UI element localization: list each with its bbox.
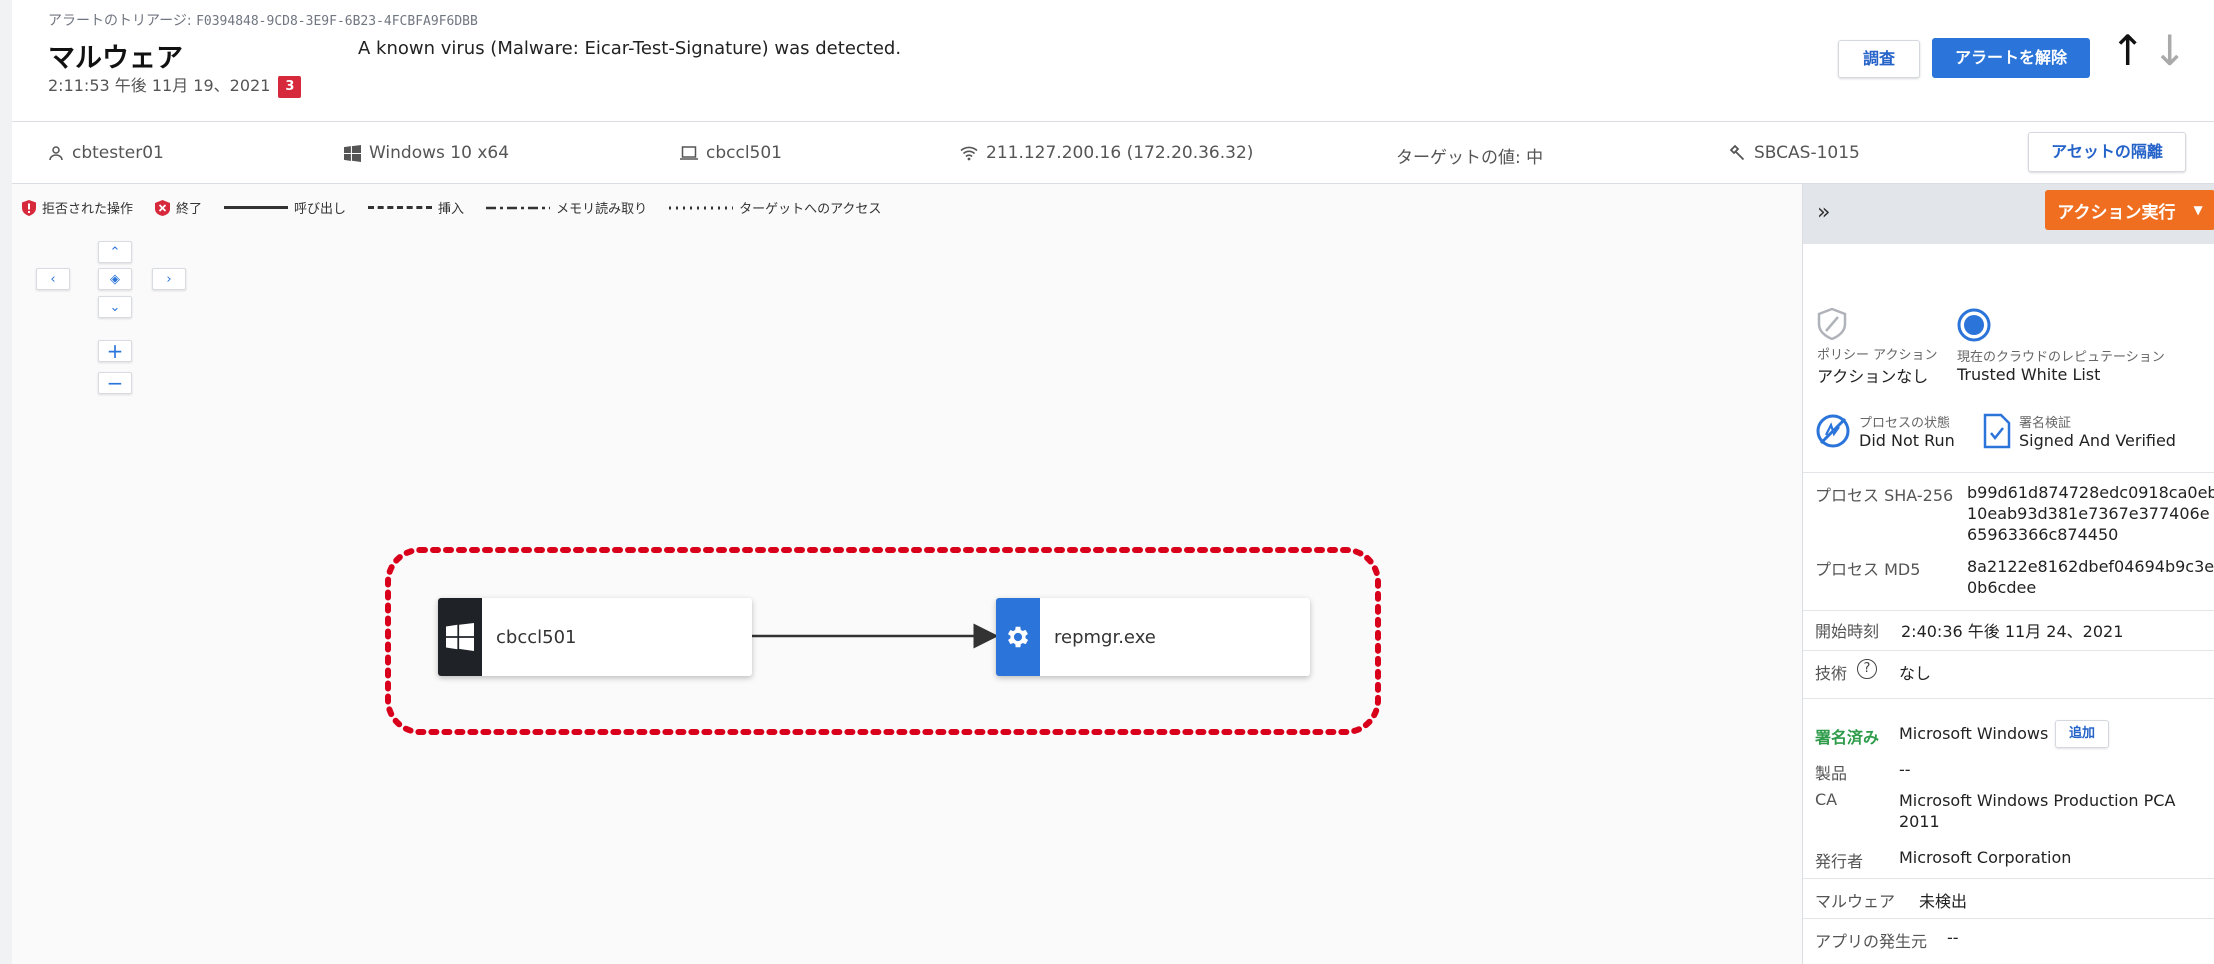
signed-value: Microsoft Windows (1899, 724, 2049, 743)
triage-id: アラートのトリアージ: F0394848-9CD8-3E9F-6B23-4FCB… (48, 10, 478, 30)
user-name: cbtester01 (72, 143, 164, 163)
publisher-label: 発行者 (1815, 852, 1864, 871)
page-title: マルウェア (48, 43, 183, 74)
isolate-asset-button[interactable]: アセットの隔離 (2028, 132, 2186, 172)
signature-block: 署名検証 Signed And Verified (1983, 412, 2176, 450)
publisher-value: Microsoft Corporation (1899, 848, 2072, 867)
divider (1803, 918, 2214, 919)
gavel-icon (1729, 144, 1745, 161)
sha256-line: 10eab93d381e7367e377406e (1967, 504, 2210, 523)
process-state-block: プロセスの状態 Did Not Run (1815, 412, 1955, 450)
help-icon[interactable]: ? (1857, 659, 1877, 679)
ca-line: 2011 (1899, 812, 1940, 831)
process-state-label: プロセスの状態 (1859, 416, 1951, 431)
md5-value[interactable]: 8a2122e8162dbef04694b9c3e 0b6cdee (1967, 556, 2214, 598)
malware-label: マルウェア (1815, 892, 1896, 911)
md5-line: 0b6cdee (1967, 578, 2037, 597)
device-info: cbccl501 (680, 143, 782, 163)
laptop-icon (680, 146, 698, 160)
target-value-info: ターゲットの値: 中 (1396, 143, 1543, 168)
signature-document-icon (1983, 413, 2011, 449)
chevron-down-icon: ▼ (2193, 203, 2203, 217)
triage-id-value: F0394848-9CD8-3E9F-6B23-4FCBFA9F6DBB (196, 14, 478, 29)
alert-header: アラートのトリアージ: F0394848-9CD8-3E9F-6B23-4FCB… (12, 0, 2214, 122)
process-node-label: repmgr.exe (1054, 626, 1156, 648)
app-origin-value: -- (1947, 928, 1959, 947)
user-info: cbtester01 (48, 143, 164, 163)
divider (1803, 878, 2214, 879)
next-alert-arrow-icon[interactable]: ↓ (2152, 30, 2187, 72)
product-label: 製品 (1815, 764, 1848, 783)
divider (1803, 650, 2214, 651)
user-icon (49, 146, 63, 161)
collapse-panel-icon[interactable]: » (1817, 200, 1830, 225)
ca-line: Microsoft Windows Production PCA (1899, 791, 2176, 810)
ca-label: CA (1815, 790, 1838, 809)
divider (1803, 698, 2214, 699)
target-value: ターゲットの値: 中 (1396, 148, 1544, 168)
process-node-label: cbccl501 (496, 626, 577, 648)
policy-action-block: ポリシー アクション アクションなし (1817, 307, 1938, 387)
ca-value: Microsoft Windows Production PCA 2011 (1899, 790, 2175, 832)
signed-label: 署名済み (1815, 728, 1880, 747)
reputation-value: Trusted White List (1957, 365, 2101, 384)
process-state-value: Did Not Run (1859, 431, 1955, 450)
wifi-icon (960, 146, 978, 161)
sha256-value[interactable]: b99d61d874728edc0918ca0eb 10eab93d381e73… (1967, 482, 2214, 545)
ip-address: 211.127.200.16 (172.20.36.32) (986, 143, 1254, 163)
technique-label: 技術 (1815, 664, 1848, 683)
dismiss-alert-button[interactable]: アラートを解除 (1932, 38, 2090, 78)
reputation-label: 現在のクラウドのレピュテーション (1957, 350, 2165, 365)
signature-value: Signed And Verified (2019, 431, 2176, 450)
previous-alert-arrow-icon[interactable]: ↑ (2110, 30, 2145, 72)
os-name: Windows 10 x64 (369, 143, 510, 163)
process-node-repmgr[interactable]: repmgr.exe (996, 598, 1310, 676)
malware-value: 未検出 (1919, 892, 1968, 911)
shield-outline-icon (1817, 307, 1847, 341)
did-not-run-icon (1816, 414, 1850, 448)
investigate-button[interactable]: 調査 (1838, 40, 1920, 78)
add-button[interactable]: 追加 (2055, 720, 2109, 748)
sha256-line: b99d61d874728edc0918ca0eb (1967, 483, 2214, 502)
start-time-label: 開始時刻 (1815, 622, 1880, 641)
reputation-circle-icon (1957, 308, 1991, 342)
panel-toolbar: » アクション実行 ▼ (1803, 184, 2214, 244)
policy-action-value: アクションなし (1817, 367, 1929, 386)
md5-label: プロセス MD5 (1815, 560, 1921, 579)
technique-value: なし (1899, 664, 1932, 683)
timestamp-text: 2:11:53 午後 11月 19、2021 (48, 76, 271, 95)
signature-label: 署名検証 (2019, 416, 2072, 431)
asset-info-bar: cbtester01 Windows 10 x64 cbccl501 211.1… (12, 122, 2214, 184)
device-name: cbccl501 (706, 143, 783, 163)
divider (1803, 610, 2214, 611)
process-graph-canvas[interactable]: 拒否された操作 終了 呼び出し 挿入 メモリ読み取り ターゲットへのアクセス ⌃… (12, 184, 1802, 964)
take-action-button[interactable]: アクション実行 ▼ (2045, 190, 2214, 230)
policy-action-label: ポリシー アクション (1817, 348, 1938, 363)
alert-timestamp: 2:11:53 午後 11月 19、2021 3 (48, 72, 302, 98)
graph-edges (385, 547, 1381, 735)
ip-info: 211.127.200.16 (172.20.36.32) (960, 143, 1253, 163)
windows-icon (344, 144, 361, 162)
process-node-device[interactable]: cbccl501 (438, 598, 752, 676)
reputation-block: 現在のクラウドのレピュテーション Trusted White List (1957, 308, 2165, 384)
policy-name: SBCAS-1015 (1754, 143, 1860, 163)
sha256-label: プロセス SHA-256 (1815, 486, 1954, 505)
triage-label: アラートのトリアージ: (48, 13, 192, 29)
start-time-value: 2:40:36 午後 11月 24、2021 (1901, 622, 2124, 641)
divider (1803, 472, 2214, 473)
alert-description: A known virus (Malware: Eicar-Test-Signa… (358, 38, 902, 59)
product-value: -- (1899, 760, 1911, 779)
details-panel: » アクション実行 ▼ ポリシー アクション アクションなし 現在のクラウドのレピ… (1802, 184, 2214, 964)
gear-icon (996, 598, 1040, 676)
severity-badge: 3 (278, 75, 302, 98)
take-action-label: アクション実行 (2057, 202, 2176, 223)
app-origin-label: アプリの発生元 (1815, 932, 1928, 951)
os-info: Windows 10 x64 (344, 143, 509, 163)
sha256-line: 65963366c874450 (1967, 525, 2119, 544)
windows-node-icon (438, 598, 482, 676)
policy-info: SBCAS-1015 (1728, 143, 1860, 163)
md5-line: 8a2122e8162dbef04694b9c3e (1967, 557, 2214, 576)
